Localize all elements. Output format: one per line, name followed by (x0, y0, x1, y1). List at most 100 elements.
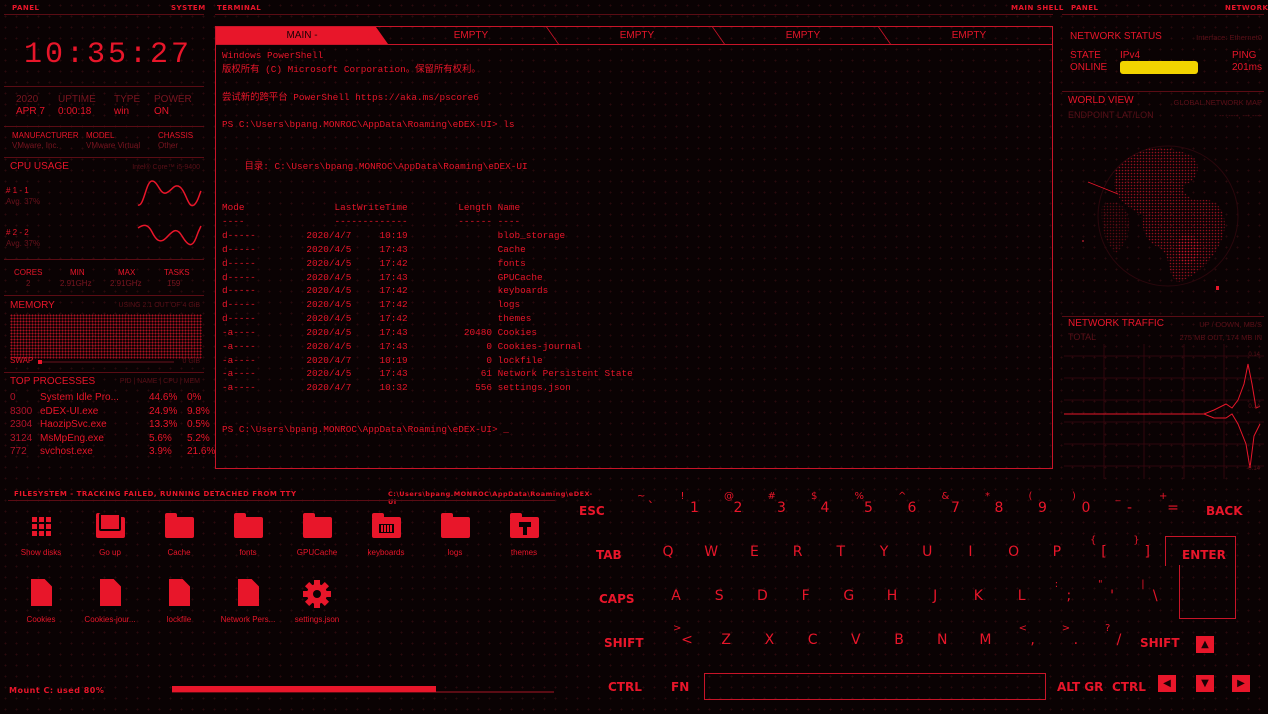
key[interactable]: X (757, 632, 781, 648)
file-item[interactable]: Network Pers... (212, 579, 284, 624)
key[interactable]: $4 (809, 491, 833, 516)
file-item[interactable]: keyboards (350, 512, 422, 557)
terminal-window[interactable]: MAIN - EMPTY EMPTY EMPTY EMPTY Windows P… (215, 26, 1053, 469)
file-label: Network Pers... (220, 615, 276, 624)
file-icon (95, 579, 125, 609)
arrow-left-key[interactable]: ◀ (1158, 675, 1176, 692)
key[interactable]: + = (1157, 491, 1181, 516)
key[interactable]: ) 0 (1070, 491, 1094, 516)
key[interactable]: }] (1131, 535, 1155, 560)
key[interactable]: <, (1017, 623, 1041, 648)
fn-key[interactable]: FN (671, 680, 689, 694)
panel-header-left: PANEL (12, 4, 40, 12)
key[interactable]: I (958, 544, 982, 560)
key[interactable]: Q (656, 544, 680, 560)
key[interactable]: & 7 (940, 491, 964, 516)
key[interactable]: D (750, 588, 774, 604)
key[interactable]: (9 (1027, 491, 1051, 516)
key[interactable]: {[ (1088, 535, 1112, 560)
tab-key[interactable]: TAB (596, 548, 622, 562)
power-label: POWER (154, 94, 192, 105)
file-item[interactable]: Show disks (5, 512, 77, 557)
key[interactable]: C (801, 632, 825, 648)
key[interactable]: B (887, 632, 911, 648)
key[interactable]: ~ ` (635, 491, 659, 516)
file-item[interactable]: Go up (74, 512, 146, 557)
key[interactable]: R (786, 544, 810, 560)
file-item[interactable]: logs (419, 512, 491, 557)
file-item[interactable]: Cookies (5, 579, 77, 624)
key[interactable]: E (742, 544, 766, 560)
enter-key[interactable]: ENTER (1182, 548, 1226, 562)
key[interactable]: ^ 6 (896, 491, 920, 516)
key[interactable]: A (664, 588, 688, 604)
file-label: Cookies (26, 615, 56, 624)
key[interactable]: " ' (1096, 579, 1120, 604)
caps-lock-key[interactable]: CAPS (599, 592, 635, 606)
key[interactable]: % 5 (853, 491, 877, 516)
terminal-line: d----- 2020/4/5 17:42 themes (222, 313, 532, 325)
key[interactable]: >. (1060, 623, 1084, 648)
key[interactable]: P (1045, 544, 1069, 560)
terminal-output[interactable]: Windows PowerShell 版权所有 (C) Microsoft Cor… (222, 49, 633, 437)
file-item[interactable]: settings.json (281, 579, 353, 624)
key[interactable]: ? / (1103, 623, 1127, 648)
tab-empty-3[interactable]: EMPTY (720, 27, 886, 44)
backspace-key[interactable]: BACK (1206, 504, 1243, 518)
key[interactable]: ! 1 (679, 491, 703, 516)
key[interactable]: * 8 (983, 491, 1007, 516)
shift-right-key[interactable]: SHIFT (1140, 636, 1180, 650)
ctrl-left-key[interactable]: CTRL (608, 680, 642, 694)
tab-empty-1[interactable]: EMPTY (388, 27, 554, 44)
key[interactable]: F (794, 588, 818, 604)
spacebar[interactable] (704, 673, 1046, 700)
key[interactable]: H (880, 588, 904, 604)
alt-gr-key[interactable]: ALT GR (1057, 680, 1103, 694)
tab-empty-2[interactable]: EMPTY (554, 27, 720, 44)
divider (215, 14, 1053, 15)
divider (4, 259, 204, 260)
key[interactable]: | \ (1139, 579, 1163, 604)
file-item[interactable]: Cache (143, 512, 215, 557)
key[interactable]: > < (671, 623, 695, 648)
file-item[interactable]: lockfile (143, 579, 215, 624)
key[interactable]: K (966, 588, 990, 604)
tab-main[interactable]: MAIN - (216, 27, 388, 44)
file-item[interactable]: fonts (212, 512, 284, 557)
tab-empty-4[interactable]: EMPTY (886, 27, 1052, 44)
key[interactable]: T (829, 544, 853, 560)
enter-key-bottom (1179, 565, 1236, 619)
key[interactable]: U (915, 544, 939, 560)
key[interactable]: Z (714, 632, 738, 648)
shift-left-key[interactable]: SHIFT (604, 636, 644, 650)
divider (4, 86, 204, 87)
key[interactable]: V (844, 632, 868, 648)
key[interactable]: M (973, 632, 997, 648)
traffic-graph (1064, 344, 1264, 479)
esc-key[interactable]: ESC (579, 504, 605, 518)
max-label: MAX (118, 268, 136, 277)
file-item[interactable]: Cookies-jour... (74, 579, 146, 624)
key[interactable]: @2 (722, 491, 746, 516)
key[interactable]: _ - (1114, 491, 1138, 516)
key[interactable]: #3 (766, 491, 790, 516)
type-value: win (114, 106, 130, 117)
key[interactable]: O (1002, 544, 1026, 560)
arrow-down-key[interactable]: ▼ (1196, 675, 1214, 692)
key[interactable]: J (923, 588, 947, 604)
world-view-title: WORLD VIEW (1068, 95, 1134, 106)
key[interactable]: Y (872, 544, 896, 560)
key[interactable]: :; (1053, 579, 1077, 604)
key[interactable]: W (699, 544, 723, 560)
arrow-right-key[interactable]: ▶ (1232, 675, 1250, 692)
key[interactable]: N (930, 632, 954, 648)
key[interactable]: L (1010, 588, 1034, 604)
traffic-scale-top: 0.14 (1248, 352, 1260, 358)
arrow-up-key[interactable]: ▲ (1196, 636, 1214, 653)
ctrl-right-key[interactable]: CTRL (1112, 680, 1146, 694)
key[interactable]: G (837, 588, 861, 604)
key[interactable]: S (707, 588, 731, 604)
file-item[interactable]: themes (488, 512, 560, 557)
file-item[interactable]: GPUCache (281, 512, 353, 557)
